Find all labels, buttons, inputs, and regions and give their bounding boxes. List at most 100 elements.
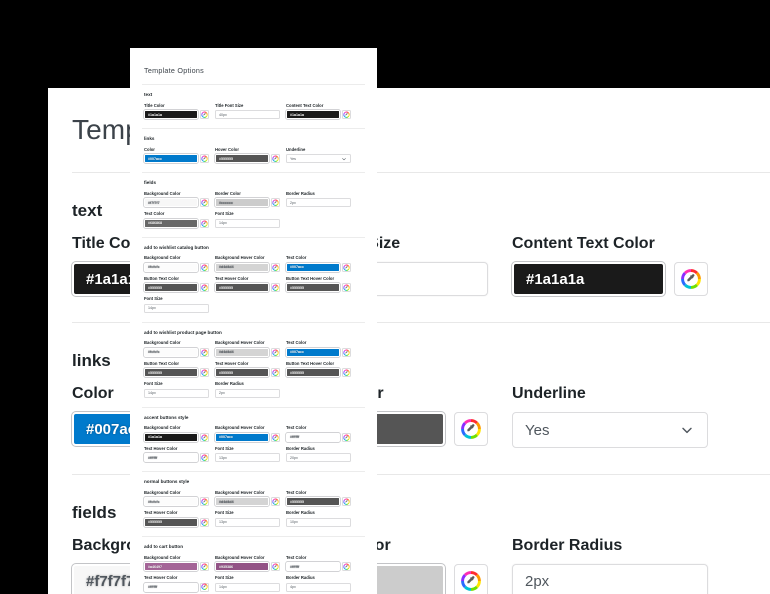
template-options-content: Template Options text Title Color #1a1a1a T… — [130, 48, 377, 594]
color-input-background-color[interactable]: #fcfcfc — [144, 347, 198, 357]
color-input-background-color[interactable]: #1a1a1a — [144, 432, 198, 442]
color-input-text-hover-color[interactable]: #ffffff — [144, 582, 198, 592]
color-input-background-color[interactable]: #fcfcfc — [144, 262, 198, 272]
color-input-text-hover-color[interactable]: #555555 — [215, 283, 269, 293]
color-input-text-color[interactable]: #686868 — [144, 218, 198, 228]
field-row: Background Color #1a1a1a Background Hover … — [142, 425, 365, 442]
color-picker-icon[interactable] — [200, 432, 209, 442]
color-picker-icon[interactable] — [200, 368, 209, 378]
color-input-text-color[interactable]: #ffffff — [286, 432, 340, 442]
color-picker-icon[interactable] — [342, 347, 351, 357]
color-input-text-color[interactable]: #ffffff — [286, 562, 340, 572]
color-input-background-hover-color[interactable]: #d4d4d4 — [215, 262, 269, 272]
field-control: #555555 — [286, 497, 351, 507]
text-input-border-radius[interactable]: 10px — [286, 517, 351, 527]
text-input-font-size[interactable]: 13px — [215, 453, 280, 463]
color-input-text-hover-color[interactable]: #ffffff — [144, 453, 198, 463]
color-input-button-text-hover-color[interactable]: #555555 — [286, 368, 340, 378]
color-picker-icon[interactable] — [200, 497, 209, 507]
field-control: #fcfcfc — [144, 262, 209, 272]
select-underline[interactable]: Yes — [512, 412, 708, 448]
field-hover-color: Hover Color #555555 — [215, 147, 280, 164]
color-picker-icon[interactable] — [200, 198, 209, 208]
field-button-text-hover-color: Button Text Hover Color #555555 — [286, 275, 351, 293]
color-picker-icon[interactable] — [271, 562, 280, 572]
color-picker-icon[interactable] — [342, 110, 351, 120]
color-picker-icon[interactable] — [342, 432, 351, 442]
field-background-color: Background Color #f7f7f7 — [144, 191, 209, 208]
color-picker-icon[interactable] — [200, 347, 209, 357]
field-label: Button Text Hover Color — [286, 275, 335, 281]
color-input-background-hover-color[interactable]: #935386 — [215, 562, 269, 572]
color-picker-icon[interactable] — [200, 453, 209, 463]
color-picker-icon[interactable] — [271, 432, 280, 442]
field-label: Underline — [512, 385, 586, 402]
color-picker-icon[interactable] — [342, 497, 351, 507]
color-picker-icon[interactable] — [271, 262, 280, 272]
field-control: #935386 — [215, 562, 280, 572]
color-input-text-color[interactable]: #007acc — [286, 262, 340, 272]
color-picker-icon[interactable] — [271, 497, 280, 507]
color-picker-icon[interactable] — [454, 412, 488, 446]
text-input-border-radius[interactable]: 4px — [286, 582, 351, 592]
color-input-button-text-hover-color[interactable]: #555555 — [286, 283, 340, 293]
field-label: Border Radius — [286, 445, 315, 451]
field-row: Text Hover Color #ffffff Font Size 13px Bord… — [142, 445, 365, 463]
color-input-background-hover-color[interactable]: #d4d4d4 — [215, 347, 269, 357]
text-input-font-size[interactable]: 14px — [144, 303, 209, 313]
color-picker-icon[interactable] — [200, 218, 209, 228]
color-picker-icon[interactable] — [342, 262, 351, 272]
text-input-border-radius[interactable]: 2px — [512, 564, 708, 594]
field-label: Text Hover Color — [215, 275, 249, 281]
color-picker-icon[interactable] — [200, 582, 209, 592]
color-picker-icon[interactable] — [200, 283, 209, 293]
color-input-background-hover-color[interactable]: #d4d4d4 — [215, 497, 269, 507]
color-picker-icon[interactable] — [271, 368, 280, 378]
color-picker-icon[interactable] — [200, 154, 209, 164]
field-row: Button Text Color #555555 Text Hover Color… — [142, 275, 365, 293]
color-picker-icon[interactable] — [200, 110, 209, 120]
color-picker-icon[interactable] — [674, 262, 708, 296]
color-picker-icon[interactable] — [342, 368, 351, 378]
color-picker-icon[interactable] — [454, 564, 488, 594]
select-underline[interactable]: Yes — [286, 154, 351, 164]
color-picker-icon[interactable] — [200, 517, 209, 527]
field-control: #1a1a1a — [512, 262, 708, 296]
color-input-color[interactable]: #007acc — [144, 154, 198, 164]
color-input-text-color[interactable]: #007acc — [286, 347, 340, 357]
text-input-font-size[interactable]: 14px — [144, 388, 209, 398]
color-input-background-color[interactable]: #fcfcfc — [144, 497, 198, 507]
color-input-title-color[interactable]: #1a1a1a — [144, 110, 198, 120]
field-control: 14px — [215, 582, 280, 592]
color-input-background-color[interactable]: #f7f7f7 — [144, 198, 198, 208]
color-picker-icon[interactable] — [271, 347, 280, 357]
color-input-hover-color[interactable]: #555555 — [215, 154, 269, 164]
color-picker-icon[interactable] — [200, 262, 209, 272]
field-row: Font Size 14px — [142, 296, 365, 313]
color-input-background-color[interactable]: #a46497 — [144, 562, 198, 572]
text-input-font-size[interactable]: 14px — [215, 582, 280, 592]
color-picker-icon[interactable] — [342, 283, 351, 293]
color-picker-icon[interactable] — [271, 198, 280, 208]
color-picker-icon[interactable] — [342, 562, 351, 572]
color-input-text-hover-color[interactable]: #555555 — [144, 517, 198, 527]
color-input-text-hover-color[interactable]: #555555 — [215, 368, 269, 378]
field-value: #fcfcfc — [148, 350, 160, 355]
color-input-content-text-color[interactable]: #1a1a1a — [286, 110, 340, 120]
color-input-border-color[interactable]: #cccccc — [215, 198, 269, 208]
color-input-content-text-color[interactable]: #1a1a1a — [512, 262, 665, 296]
color-input-text-color[interactable]: #555555 — [286, 497, 340, 507]
color-picker-icon[interactable] — [271, 154, 280, 164]
field-label: Text Color — [286, 554, 307, 560]
color-picker-icon[interactable] — [200, 562, 209, 572]
text-input-title-font-size[interactable]: 40px — [215, 110, 280, 120]
color-input-button-text-color[interactable]: #555555 — [144, 368, 198, 378]
color-input-button-text-color[interactable]: #555555 — [144, 283, 198, 293]
text-input-border-radius[interactable]: 2px — [286, 198, 351, 208]
color-picker-icon[interactable] — [271, 283, 280, 293]
text-input-font-size[interactable]: 14px — [215, 218, 280, 228]
text-input-border-radius[interactable]: 20px — [286, 453, 351, 463]
color-input-background-hover-color[interactable]: #007acc — [215, 432, 269, 442]
text-input-font-size[interactable]: 13px — [215, 517, 280, 527]
text-input-border-radius[interactable]: 2px — [215, 388, 280, 398]
